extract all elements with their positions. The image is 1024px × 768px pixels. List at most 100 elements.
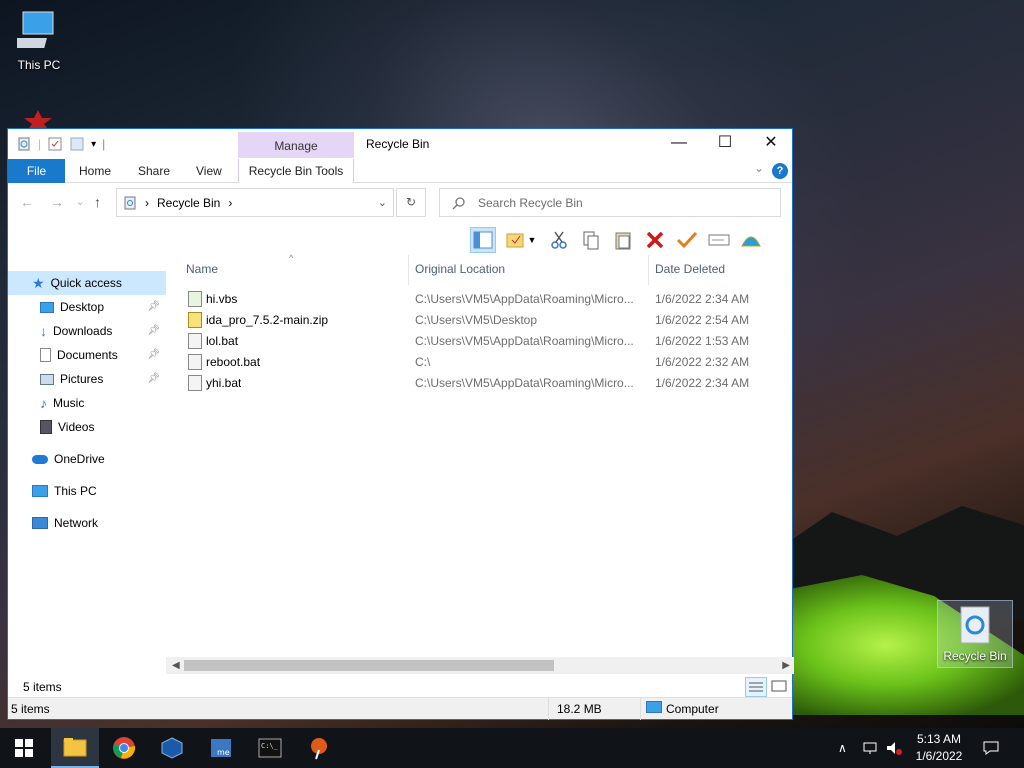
minimize-button[interactable]: — xyxy=(656,129,702,159)
sidebar-item-pictures[interactable]: Pictures 📌︎ xyxy=(8,367,166,391)
sidebar-item-documents[interactable]: Documents 📌︎ xyxy=(8,343,166,367)
help-button[interactable]: ? xyxy=(772,163,788,179)
file-name: yhi.bat xyxy=(206,376,242,390)
address-field[interactable]: › Recycle Bin › ⌄ xyxy=(116,188,394,217)
properties-icon xyxy=(506,233,524,248)
file-name: reboot.bat xyxy=(206,355,261,369)
ribbon-expand-icon[interactable]: ⌄ xyxy=(754,161,764,175)
refresh-button[interactable]: ↻ xyxy=(396,188,426,217)
cut-button[interactable] xyxy=(546,227,572,253)
file-original-location: C:\Users\VM5\AppData\Roaming\Micro... xyxy=(415,376,634,390)
taskbar-app-me[interactable]: me xyxy=(197,728,245,768)
scroll-left-icon[interactable]: ◀ xyxy=(172,657,180,674)
preview-pane-button[interactable] xyxy=(470,227,496,253)
pin-icon[interactable]: 📌︎ xyxy=(147,349,160,360)
details-view-button[interactable] xyxy=(745,677,767,697)
bat-file-icon xyxy=(188,333,202,349)
clock-date: 1/6/2022 xyxy=(915,749,963,763)
desktop-icon-this-pc[interactable]: This PC xyxy=(4,8,74,72)
column-separator[interactable] xyxy=(648,255,649,285)
tab-view[interactable]: View xyxy=(196,159,222,183)
pin-icon[interactable]: 📌︎ xyxy=(147,301,160,312)
sidebar-item-network[interactable]: Network xyxy=(8,511,166,535)
restore-button[interactable] xyxy=(674,227,700,253)
shell-button[interactable] xyxy=(738,227,764,253)
sidebar-item-label: Music xyxy=(53,396,85,410)
paste-button[interactable] xyxy=(610,227,636,253)
column-header-name[interactable]: Name xyxy=(186,262,218,282)
forward-button[interactable]: → xyxy=(50,194,64,210)
title-bar: | ▾ | Manage Recycle Bin — ☐ ✕ xyxy=(8,129,792,159)
scrollbar-thumb[interactable] xyxy=(184,660,554,671)
pin-icon[interactable]: 📌︎ xyxy=(147,373,160,384)
network-status-icon[interactable] xyxy=(862,728,880,768)
qat-dropdown-icon[interactable]: ▾ xyxy=(91,139,96,150)
file-name: lol.bat xyxy=(206,334,239,348)
sidebar-item-videos[interactable]: Videos xyxy=(8,415,166,439)
new-folder-icon[interactable] xyxy=(69,136,85,152)
volume-icon[interactable] xyxy=(885,728,903,768)
column-header-date-deleted[interactable]: Date Deleted xyxy=(655,262,725,282)
taskbar-chrome[interactable] xyxy=(100,728,148,768)
column-separator[interactable] xyxy=(408,255,409,285)
close-button[interactable]: ✕ xyxy=(748,129,794,159)
delete-button[interactable] xyxy=(642,227,668,253)
file-row[interactable]: ida_pro_7.5.2-main.zip C:\Users\VM5\Desk… xyxy=(178,310,794,331)
tab-home[interactable]: Home xyxy=(79,159,111,183)
copy-button[interactable] xyxy=(578,227,604,253)
sidebar-item-quick-access[interactable]: ★ Quick access xyxy=(8,271,166,295)
rename-icon xyxy=(708,234,730,246)
maximize-button[interactable]: ☐ xyxy=(702,129,748,159)
back-button[interactable]: ← xyxy=(20,194,34,210)
horizontal-scrollbar[interactable]: ◀ ▶ xyxy=(166,657,794,674)
vbs-file-icon xyxy=(188,291,202,307)
address-dropdown-icon[interactable]: ⌄ xyxy=(378,196,387,209)
desktop-icon-recycle-bin[interactable]: Recycle Bin xyxy=(937,600,1013,668)
taskbar-file-explorer[interactable] xyxy=(51,728,99,768)
file-row[interactable]: lol.bat C:\Users\VM5\AppData\Roaming\Mic… xyxy=(178,331,794,352)
taskbar-virtualbox[interactable] xyxy=(148,728,196,768)
scroll-right-icon[interactable]: ▶ xyxy=(782,657,790,674)
sidebar-item-music[interactable]: ♪ Music xyxy=(8,391,166,415)
up-button[interactable]: ↑ xyxy=(94,194,101,210)
file-row[interactable]: hi.vbs C:\Users\VM5\AppData\Roaming\Micr… xyxy=(178,289,794,310)
show-hidden-icons-button[interactable]: ∧ xyxy=(838,728,847,768)
sidebar-item-this-pc[interactable]: This PC xyxy=(8,479,166,503)
start-button[interactable] xyxy=(0,728,48,768)
rename-button[interactable] xyxy=(706,227,732,253)
system-clock[interactable]: 5:13 AM 1/6/2022 xyxy=(904,731,974,765)
sidebar-item-downloads[interactable]: ↓ Downloads 📌︎ xyxy=(8,319,166,343)
separator: | xyxy=(102,137,106,151)
column-header-original-location[interactable]: Original Location xyxy=(415,262,505,282)
recycle-bin-small-icon[interactable] xyxy=(16,136,32,152)
large-icons-view-button[interactable] xyxy=(769,677,791,697)
shell-icon xyxy=(741,236,761,247)
breadcrumb-recycle-bin[interactable]: Recycle Bin xyxy=(157,196,220,210)
taskbar-app-red[interactable] xyxy=(295,728,343,768)
tab-recycle-bin-tools[interactable]: Recycle Bin Tools xyxy=(238,159,354,183)
tab-file[interactable]: File xyxy=(8,159,65,183)
tab-share[interactable]: Share xyxy=(138,159,170,183)
bat-file-icon xyxy=(188,354,202,370)
dropdown-arrow-icon: ▼ xyxy=(527,235,537,245)
pin-icon[interactable]: 📌︎ xyxy=(147,325,160,336)
separator: | xyxy=(38,137,42,151)
flame-app-icon xyxy=(311,738,327,760)
details-view-icon xyxy=(749,682,763,692)
folder-icon xyxy=(63,738,87,757)
recent-locations-button[interactable]: ⌄ xyxy=(76,197,84,208)
divider xyxy=(640,698,641,720)
file-original-location: C:\Users\VM5\AppData\Roaming\Micro... xyxy=(415,334,634,348)
file-row[interactable]: reboot.bat C:\ 1/6/2022 2:32 AM xyxy=(178,352,794,373)
properties-icon[interactable] xyxy=(47,136,63,152)
sidebar-item-onedrive[interactable]: OneDrive xyxy=(8,447,166,471)
desktop-app-icon[interactable] xyxy=(18,108,58,128)
breadcrumb-chevron-icon[interactable]: › xyxy=(228,196,232,210)
search-input[interactable]: Search Recycle Bin xyxy=(439,188,781,217)
manage-contextual-tab[interactable]: Manage xyxy=(238,132,354,158)
file-row[interactable]: yhi.bat C:\Users\VM5\AppData\Roaming\Mic… xyxy=(178,373,794,394)
sidebar-item-desktop[interactable]: Desktop 📌︎ xyxy=(8,295,166,319)
notifications-button[interactable] xyxy=(982,728,1000,768)
taskbar-command-prompt[interactable]: C:\_ xyxy=(246,728,294,768)
properties-dropdown-button[interactable]: ▼ xyxy=(502,227,540,253)
